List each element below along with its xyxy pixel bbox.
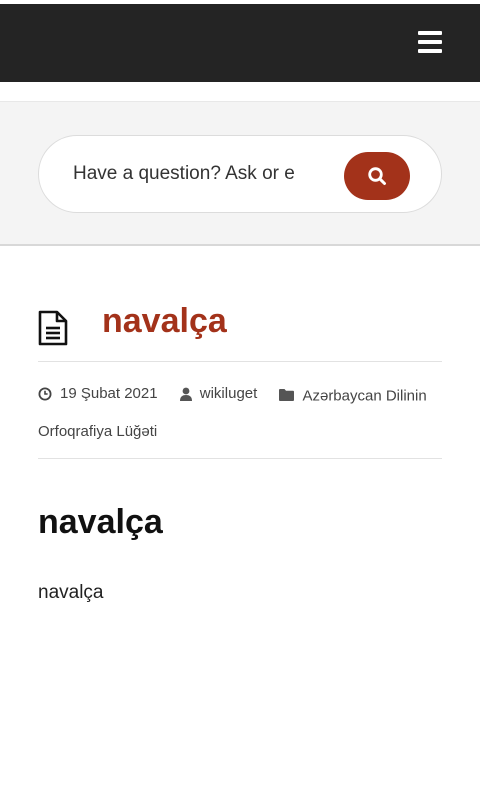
post-header: navalça xyxy=(38,298,442,360)
folder-icon xyxy=(279,388,295,401)
post-meta: 19 Şubat 2021 wikiluget Azərbaycan Dilin… xyxy=(38,376,442,449)
content-text: navalça xyxy=(38,582,104,603)
search-icon xyxy=(368,167,386,185)
post-author[interactable]: wikiluget xyxy=(179,376,258,411)
post-date-text: 19 Şubat 2021 xyxy=(60,385,158,402)
search-button[interactable] xyxy=(344,152,410,200)
menu-bar-line xyxy=(418,31,442,35)
post-title[interactable]: navalça xyxy=(102,302,227,341)
hamburger-menu-icon[interactable] xyxy=(418,31,442,53)
search-section xyxy=(0,101,480,246)
search-input[interactable] xyxy=(71,156,311,192)
document-icon xyxy=(38,310,68,346)
post-category[interactable] xyxy=(279,388,302,401)
menu-bar-line xyxy=(418,49,442,53)
user-icon xyxy=(179,387,192,401)
top-navbar xyxy=(0,4,480,82)
content-heading: navalça xyxy=(38,503,163,541)
clock-icon xyxy=(38,387,52,400)
divider xyxy=(38,458,442,459)
search-form xyxy=(38,135,442,213)
menu-bar-line xyxy=(418,40,442,44)
post-author-link[interactable]: wikiluget xyxy=(200,376,258,411)
divider xyxy=(38,361,442,362)
post-date: 19 Şubat 2021 xyxy=(38,376,158,411)
